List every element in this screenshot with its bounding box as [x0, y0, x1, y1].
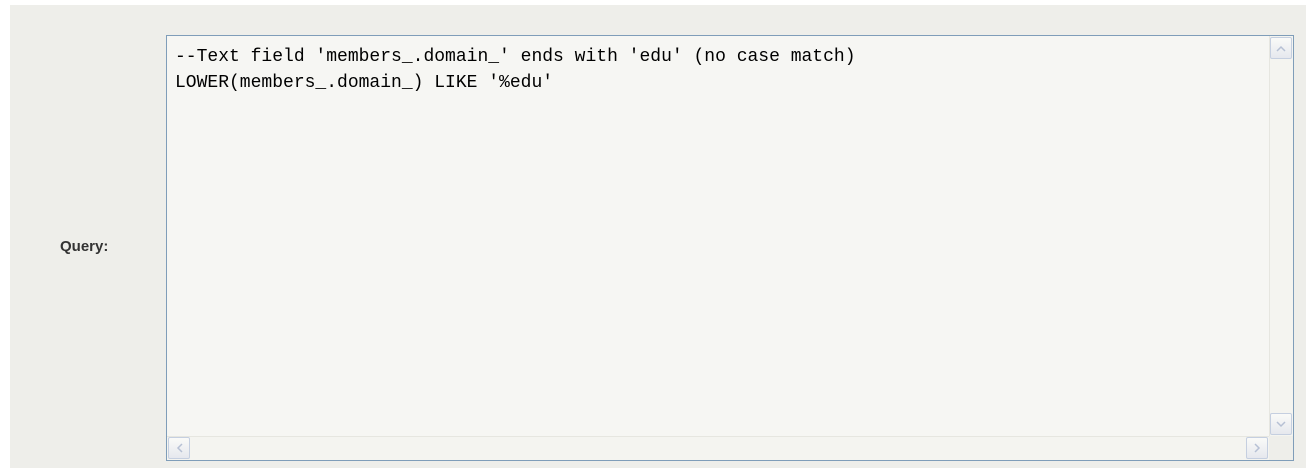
- scroll-left-button[interactable]: [168, 437, 190, 459]
- scroll-right-button[interactable]: [1246, 437, 1268, 459]
- chevron-left-icon: [176, 443, 183, 453]
- query-text[interactable]: --Text field 'members_.domain_' ends wit…: [175, 44, 1263, 430]
- scrollbar-corner: [1269, 436, 1293, 460]
- horizontal-scrollbar[interactable]: [167, 436, 1269, 460]
- chevron-right-icon: [1253, 443, 1261, 453]
- scroll-up-button[interactable]: [1270, 37, 1292, 59]
- chevron-up-icon: [1276, 45, 1286, 52]
- query-form-panel: Query: --Text field 'members_.domain_' e…: [10, 5, 1306, 468]
- scroll-down-button[interactable]: [1270, 413, 1292, 435]
- query-label: Query:: [60, 238, 109, 255]
- chevron-down-icon: [1276, 420, 1286, 428]
- vertical-scrollbar[interactable]: [1269, 36, 1293, 436]
- query-textarea[interactable]: --Text field 'members_.domain_' ends wit…: [166, 35, 1294, 461]
